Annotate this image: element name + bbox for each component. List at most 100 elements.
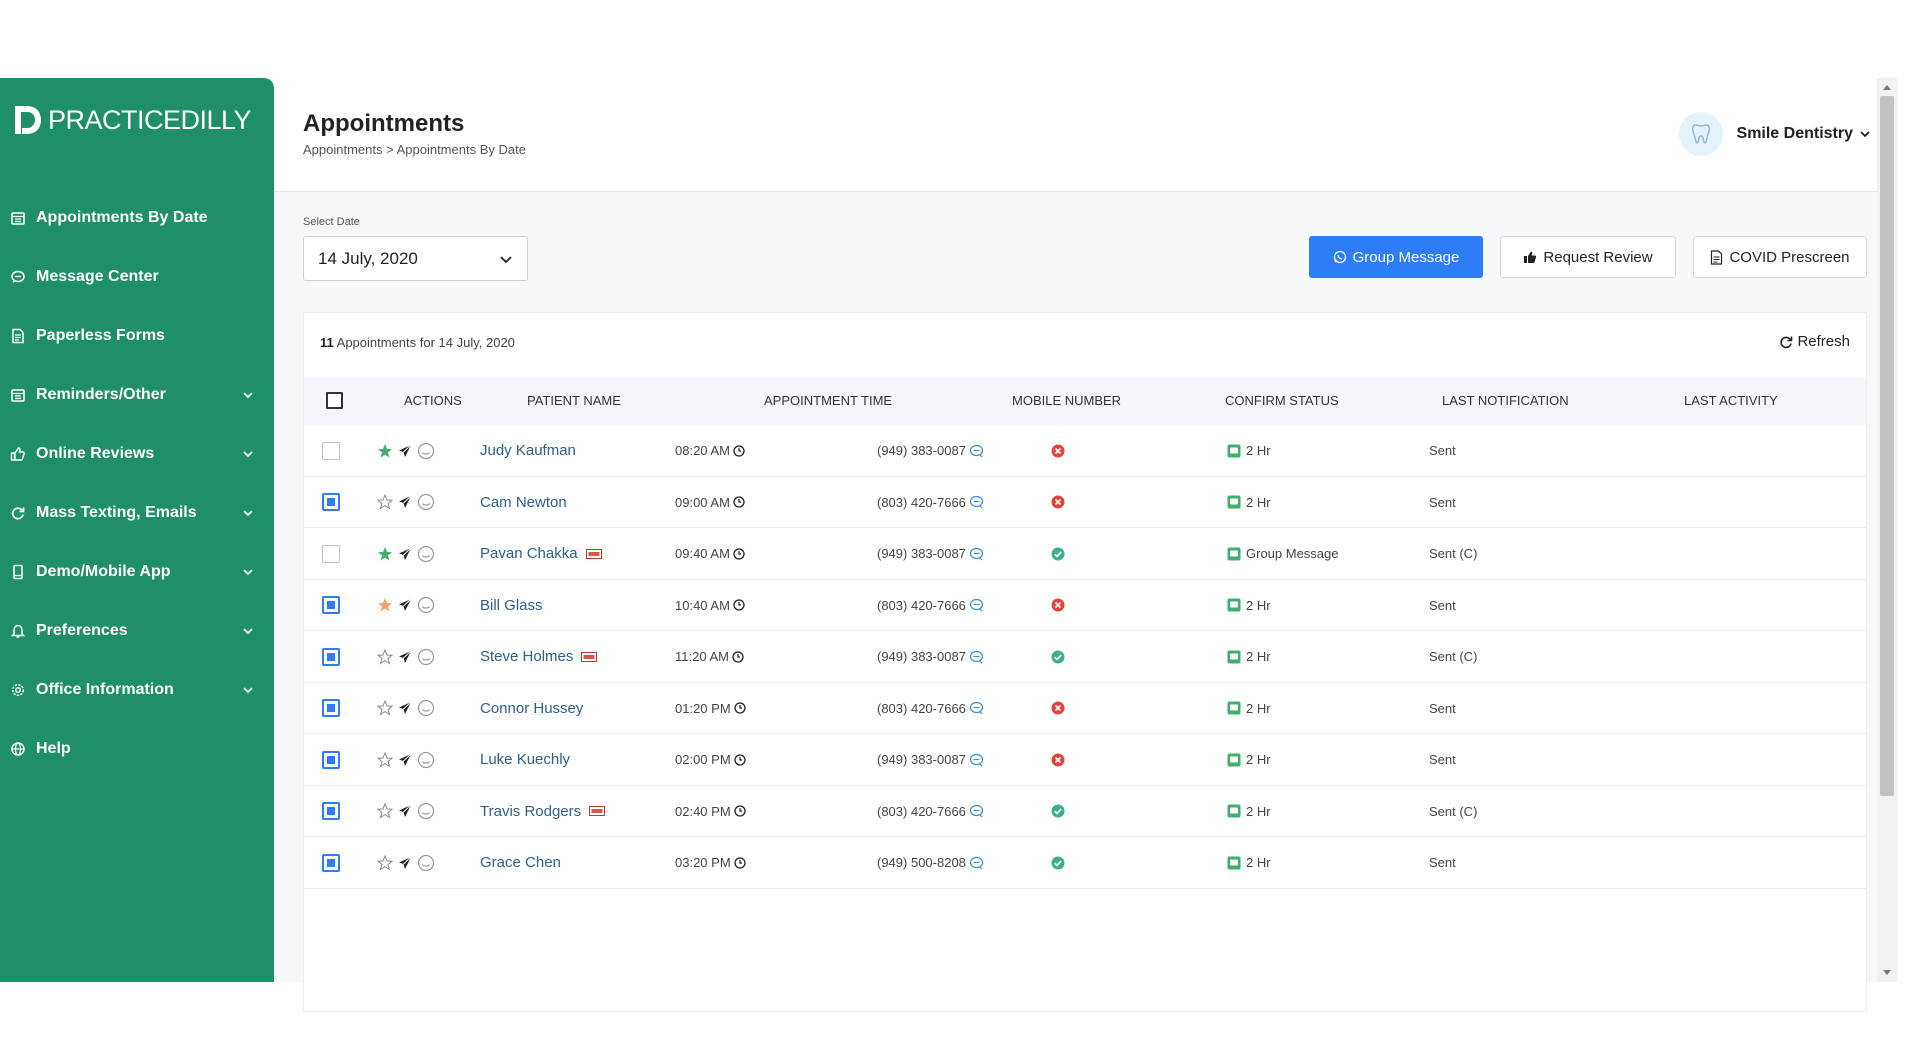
column-actions[interactable]: ACTIONS [404,393,462,408]
chat-icon[interactable] [969,598,984,612]
last-activity: Sent [1429,855,1456,871]
patient-name-link[interactable]: Pavan Chakka [480,545,578,562]
smiley-icon[interactable] [417,751,435,769]
form-icon[interactable] [581,651,598,662]
row-checkbox[interactable] [322,477,340,529]
send-icon[interactable] [398,547,412,561]
smiley-icon[interactable] [417,545,435,563]
sidebar-item-paperless-forms[interactable]: Paperless Forms [0,306,274,365]
patient-name-link[interactable]: Judy Kaufman [480,442,576,459]
scroll-down-icon[interactable] [1881,968,1893,978]
request-review-button[interactable]: Request Review [1500,236,1676,278]
send-icon[interactable] [398,701,412,715]
patient-name-link[interactable]: Connor Hussey [480,700,583,717]
sidebar-item-appointments-by-date[interactable]: Appointments By Date [0,188,274,247]
brand-logo[interactable]: PRACTICEDILLY [10,100,252,140]
confirmed-icon [1051,856,1065,870]
row-checkbox[interactable] [322,580,340,632]
refresh-button[interactable]: Refresh [1779,333,1850,350]
column-appointment-time[interactable]: APPOINTMENT TIME [764,393,892,408]
patient-name-link[interactable]: Cam Newton [480,494,567,511]
column-last-activity[interactable]: LAST ACTIVITY [1684,393,1778,408]
last-activity-cell: Sent (C) [1429,528,1477,580]
star-icon[interactable] [377,854,393,871]
select-all-checkbox[interactable] [326,392,343,409]
table-row[interactable]: Pavan Chakka 09:40 AM (949) 383-0087 Group … [304,528,1866,580]
account-menu[interactable]: Smile Dentistry [1678,112,1871,156]
star-icon[interactable] [377,751,393,768]
smiley-icon[interactable] [417,699,435,717]
chat-icon[interactable] [969,753,984,767]
scrollbar-thumb[interactable] [1880,96,1894,796]
patient-name-link[interactable]: Grace Chen [480,854,561,871]
chat-icon[interactable] [969,804,984,818]
column-confirm-status[interactable]: CONFIRM STATUS [1225,393,1339,408]
sidebar-item-help[interactable]: Help [0,719,274,778]
form-icon[interactable] [589,806,606,817]
star-icon[interactable] [377,648,393,665]
sidebar-item-message-center[interactable]: Message Center [0,247,274,306]
sidebar-item-reminders-other[interactable]: Reminders/Other [0,365,274,424]
smiley-icon[interactable] [417,802,435,820]
sidebar-item-office-information[interactable]: Office Information [0,660,274,719]
star-icon[interactable] [377,597,393,613]
chat-icon[interactable] [969,856,984,870]
chat-icon[interactable] [969,701,984,715]
column-patient-name[interactable]: PATIENT NAME [527,393,621,408]
star-icon[interactable] [377,700,393,716]
table-row[interactable]: Cam Newton 09:00 AM (803) 420-7666 2 Hr Sent [304,477,1866,529]
smiley-icon[interactable] [417,596,435,614]
row-checkbox[interactable] [322,683,340,735]
send-icon[interactable] [398,444,412,458]
smiley-icon[interactable] [417,648,435,666]
patient-name-link[interactable]: Bill Glass [480,597,543,614]
smiley-icon[interactable] [417,854,435,872]
sidebar-item-online-reviews[interactable]: Online Reviews [0,424,274,483]
chat-icon[interactable] [969,444,984,458]
send-icon[interactable] [398,804,412,818]
column-last-notification[interactable]: LAST NOTIFICATION [1442,393,1569,408]
star-icon[interactable] [377,546,393,562]
scroll-up-icon[interactable] [1881,82,1893,92]
star-icon[interactable] [377,803,393,819]
row-checkbox[interactable] [322,734,340,786]
patient-name-cell: Steve Holmes [480,631,598,683]
table-row[interactable]: Luke Kuechly 02:00 PM (949) 383-0087 2 Hr Se… [304,734,1866,786]
group-message-button[interactable]: Group Message [1309,236,1483,278]
smiley-icon[interactable] [417,442,435,460]
row-checkbox[interactable] [322,786,340,838]
table-row[interactable]: Connor Hussey 01:20 PM (803) 420-7666 2 Hr S… [304,683,1866,735]
send-icon[interactable] [398,598,412,612]
send-icon[interactable] [398,495,412,509]
form-icon[interactable] [585,548,602,559]
chat-icon[interactable] [969,650,984,664]
row-checkbox[interactable] [322,528,340,580]
smiley-icon[interactable] [417,493,435,511]
patient-name-link[interactable]: Luke Kuechly [480,751,570,768]
breadcrumb[interactable]: Appointments > Appointments By Date [303,142,526,157]
row-checkbox[interactable] [322,425,340,477]
star-icon[interactable] [377,443,393,459]
sidebar-item-demo-mobile-app[interactable]: Demo/Mobile App [0,542,274,601]
table-row[interactable]: Steve Holmes 11:20 AM (949) 383-0087 2 Hr Se… [304,631,1866,683]
chat-icon[interactable] [969,547,984,561]
star-icon[interactable] [377,494,393,510]
date-select[interactable]: 14 July, 2020 [303,236,528,281]
table-row[interactable]: Travis Rodgers 02:40 PM (803) 420-7666 2 Hr… [304,786,1866,838]
table-row[interactable]: Grace Chen 03:20 PM (949) 500-8208 2 Hr Sent [304,837,1866,889]
covid-prescreen-button[interactable]: COVID Prescreen [1693,236,1867,278]
column-mobile-number[interactable]: MOBILE NUMBER [1012,393,1121,408]
send-icon[interactable] [398,753,412,767]
send-icon[interactable] [398,650,412,664]
sidebar-item-preferences[interactable]: Preferences [0,601,274,660]
row-checkbox[interactable] [322,837,340,889]
patient-name-link[interactable]: Steve Holmes [480,648,573,665]
send-icon[interactable] [398,856,412,870]
patient-name-link[interactable]: Travis Rodgers [480,803,581,820]
table-row[interactable]: Judy Kaufman 08:20 AM (949) 383-0087 2 Hr Se… [304,425,1866,477]
table-row[interactable]: Bill Glass 10:40 AM (803) 420-7666 2 Hr Sent [304,580,1866,632]
row-checkbox[interactable] [322,631,340,683]
scrollbar[interactable] [1877,78,1897,982]
chat-icon[interactable] [969,495,984,509]
sidebar-item-mass-texting-emails[interactable]: Mass Texting, Emails [0,483,274,542]
